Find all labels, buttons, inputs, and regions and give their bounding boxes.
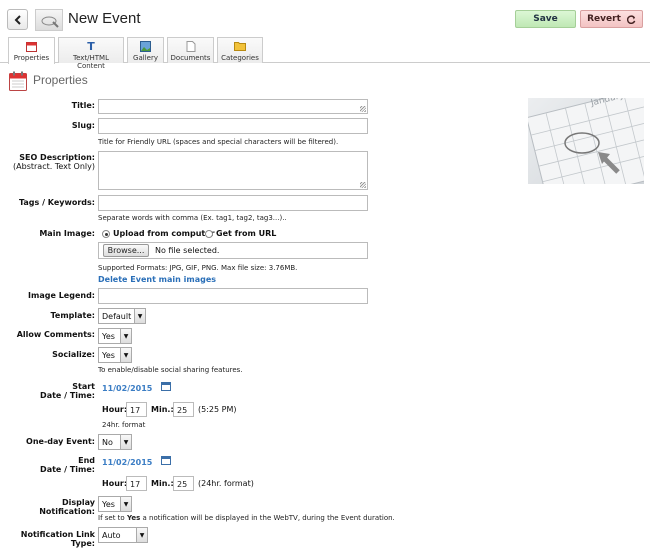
end-hour-label: Hour: <box>102 479 128 488</box>
save-button[interactable]: Save <box>515 10 576 28</box>
tab-text-html-content[interactable]: T Text/HTML Content <box>58 37 124 70</box>
start-hour-label: Hour: <box>102 405 128 414</box>
end-datetime-label: End Date / Time: <box>10 456 95 474</box>
tab-categories[interactable]: Categories <box>217 37 263 63</box>
notification-hint-post: a notification will be displayed in the … <box>140 514 395 522</box>
file-status: No file selected. <box>155 246 220 255</box>
chevron-down-icon: ▼ <box>120 435 131 449</box>
start-time-text: (5:25 PM) <box>198 405 237 414</box>
link-type-value: Auto <box>102 531 121 540</box>
tab-properties[interactable]: Properties <box>8 37 55 64</box>
tab-bar: Properties T Text/HTML Content Gallery D… <box>0 37 650 70</box>
slug-input[interactable] <box>98 118 368 134</box>
image-legend-label: Image Legend: <box>28 291 95 300</box>
end-min-input[interactable]: 25 <box>173 476 194 491</box>
oneday-value: No <box>102 438 113 447</box>
slug-label: Slug: <box>71 121 95 130</box>
calendar-icon <box>9 41 54 53</box>
start-datetime-label: Start Date / Time: <box>10 382 95 400</box>
start-label-line1: Start <box>72 382 95 391</box>
end-label-line1: End <box>78 456 95 465</box>
end-date[interactable]: 11/02/2015 <box>102 458 152 467</box>
calendar-icon[interactable] <box>161 455 171 465</box>
picture-icon <box>128 41 163 53</box>
resize-grip[interactable] <box>360 106 366 112</box>
notification-value: Yes <box>102 500 115 509</box>
start-label-line2: Date / Time: <box>40 391 95 400</box>
resize-grip[interactable] <box>360 182 366 188</box>
title-label: Title: <box>71 101 95 110</box>
end-min-label: Min.: <box>151 479 174 488</box>
tab-documents[interactable]: Documents <box>167 37 214 63</box>
url-radio[interactable] <box>205 230 213 238</box>
display-notification-select[interactable]: Yes ▼ <box>98 496 132 512</box>
folder-icon <box>218 41 262 53</box>
tags-input[interactable] <box>98 195 368 211</box>
chevron-left-icon <box>14 14 21 25</box>
chevron-down-icon: ▼ <box>120 329 131 343</box>
start-min-label: Min.: <box>151 405 174 414</box>
tags-hint: Separate words with comma (Ex. tag1, tag… <box>98 214 287 222</box>
tags-label: Tags / Keywords: <box>18 198 95 207</box>
title-input[interactable] <box>98 99 368 114</box>
event-preview-image: January <box>528 98 644 184</box>
chevron-down-icon: ▼ <box>120 497 131 511</box>
calendar-icon[interactable] <box>161 381 171 391</box>
chevron-down-icon: ▼ <box>134 309 145 323</box>
notification-hint-bold: Yes <box>126 514 141 522</box>
text-icon: T <box>87 40 95 53</box>
notification-link-type-select[interactable]: Auto ▼ <box>98 527 148 543</box>
refresh-icon <box>626 14 636 24</box>
template-select[interactable]: Default ▼ <box>98 308 146 324</box>
seo-description-label: SEO Description: (Abstract. Text Only) <box>10 153 95 171</box>
socialize-select[interactable]: Yes ▼ <box>98 347 132 363</box>
slug-hint: Title for Friendly URL (spaces and speci… <box>98 138 339 146</box>
page-title: New Event <box>68 10 141 27</box>
end-time-text: (24hr. format) <box>198 479 254 488</box>
start-format-hint: 24hr. format <box>102 421 146 429</box>
notification-link-type-label: Notification Link Type: <box>20 530 95 548</box>
seo-description-input[interactable] <box>98 151 368 190</box>
file-upload-field: Browse... No file selected. <box>98 242 368 259</box>
delete-images-link[interactable]: Delete Event main images <box>98 275 216 284</box>
formats-hint: Supported Formats: JPG, GIF, PNG. Max fi… <box>98 264 298 272</box>
notification-hint-pre: If set to <box>98 514 127 522</box>
end-hour-input[interactable]: 17 <box>126 476 147 491</box>
upload-radio[interactable] <box>102 230 110 238</box>
allow-comments-select[interactable]: Yes ▼ <box>98 328 132 344</box>
image-legend-input[interactable] <box>98 288 368 304</box>
revert-label: Revert <box>587 14 621 24</box>
display-notification-label: Display Notification: <box>39 498 95 516</box>
one-day-event-label: One-day Event: <box>26 437 95 446</box>
end-label-line2: Date / Time: <box>40 465 95 474</box>
template-label: Template: <box>50 311 95 320</box>
top-bar: New Event Save Revert <box>0 0 650 37</box>
seo-label-sub: (Abstract. Text Only) <box>13 162 95 171</box>
tab-gallery[interactable]: Gallery <box>127 37 164 63</box>
revert-button[interactable]: Revert <box>580 10 643 28</box>
socialize-hint: To enable/disable social sharing feature… <box>98 366 243 374</box>
notification-hint: If set to Yes a notification will be dis… <box>98 514 395 522</box>
url-option-label: Get from URL <box>216 229 277 238</box>
upload-option-label: Upload from computer <box>113 229 215 238</box>
event-icon <box>35 9 63 31</box>
browse-button[interactable]: Browse... <box>103 244 149 257</box>
template-value: Default <box>102 312 132 321</box>
start-date[interactable]: 11/02/2015 <box>102 384 152 393</box>
chevron-down-icon: ▼ <box>120 348 131 362</box>
chevron-down-icon: ▼ <box>136 528 147 542</box>
socialize-value: Yes <box>102 351 115 360</box>
start-min-input[interactable]: 25 <box>173 402 194 417</box>
document-icon <box>168 41 213 53</box>
main-image-label: Main Image: <box>39 229 95 238</box>
socialize-label: Socialize: <box>52 350 95 359</box>
back-button[interactable] <box>7 9 28 30</box>
seo-label-text: SEO Description: <box>19 153 95 162</box>
comments-value: Yes <box>102 332 115 341</box>
allow-comments-label: Allow Comments: <box>16 330 95 339</box>
calendar-icon <box>9 71 27 91</box>
start-hour-input[interactable]: 17 <box>126 402 147 417</box>
one-day-event-select[interactable]: No ▼ <box>98 434 132 450</box>
section-title: Properties <box>33 73 88 87</box>
